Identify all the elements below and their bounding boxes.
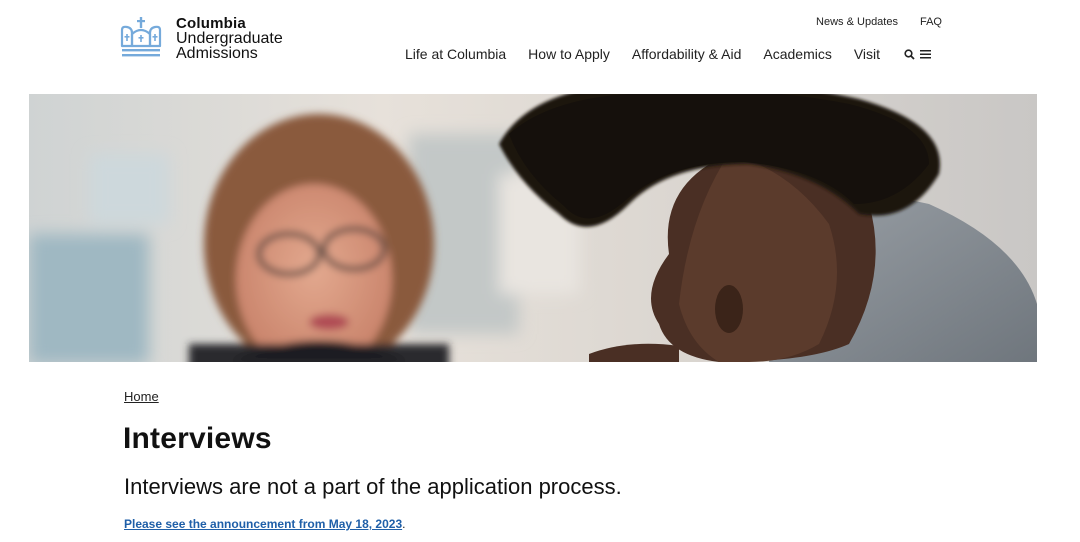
announcement-note: Please see the announcement from May 18,… [124, 517, 405, 531]
brand-line-3: Admissions [176, 45, 258, 62]
page-title: Interviews [123, 422, 272, 455]
announcement-link[interactable]: Please see the announcement from May 18,… [124, 517, 402, 531]
news-updates-link[interactable]: News & Updates [816, 16, 898, 28]
brand-line-2: Undergraduate [176, 30, 283, 47]
breadcrumb-home[interactable]: Home [124, 389, 159, 404]
crown-icon [120, 17, 162, 57]
nav-visit[interactable]: Visit [854, 46, 880, 62]
menu-icon[interactable] [920, 49, 932, 59]
nav-life-at-columbia[interactable]: Life at Columbia [405, 46, 506, 62]
note-suffix: . [402, 517, 406, 531]
brand-line-1: Columbia [176, 15, 246, 32]
utility-nav: News & Updates FAQ [816, 16, 942, 28]
nav-how-to-apply[interactable]: How to Apply [528, 46, 610, 62]
lead-text: Interviews are not a part of the applica… [124, 474, 622, 499]
nav-affordability-aid[interactable]: Affordability & Aid [632, 46, 741, 62]
hero-image [29, 94, 1037, 362]
columbia-logo[interactable]: Columbia Undergraduate Admissions [118, 15, 283, 62]
nav-academics[interactable]: Academics [763, 46, 831, 62]
search-icon[interactable] [904, 48, 915, 60]
faq-link[interactable]: FAQ [920, 16, 942, 28]
main-nav: Life at Columbia How to Apply Affordabil… [405, 46, 932, 62]
